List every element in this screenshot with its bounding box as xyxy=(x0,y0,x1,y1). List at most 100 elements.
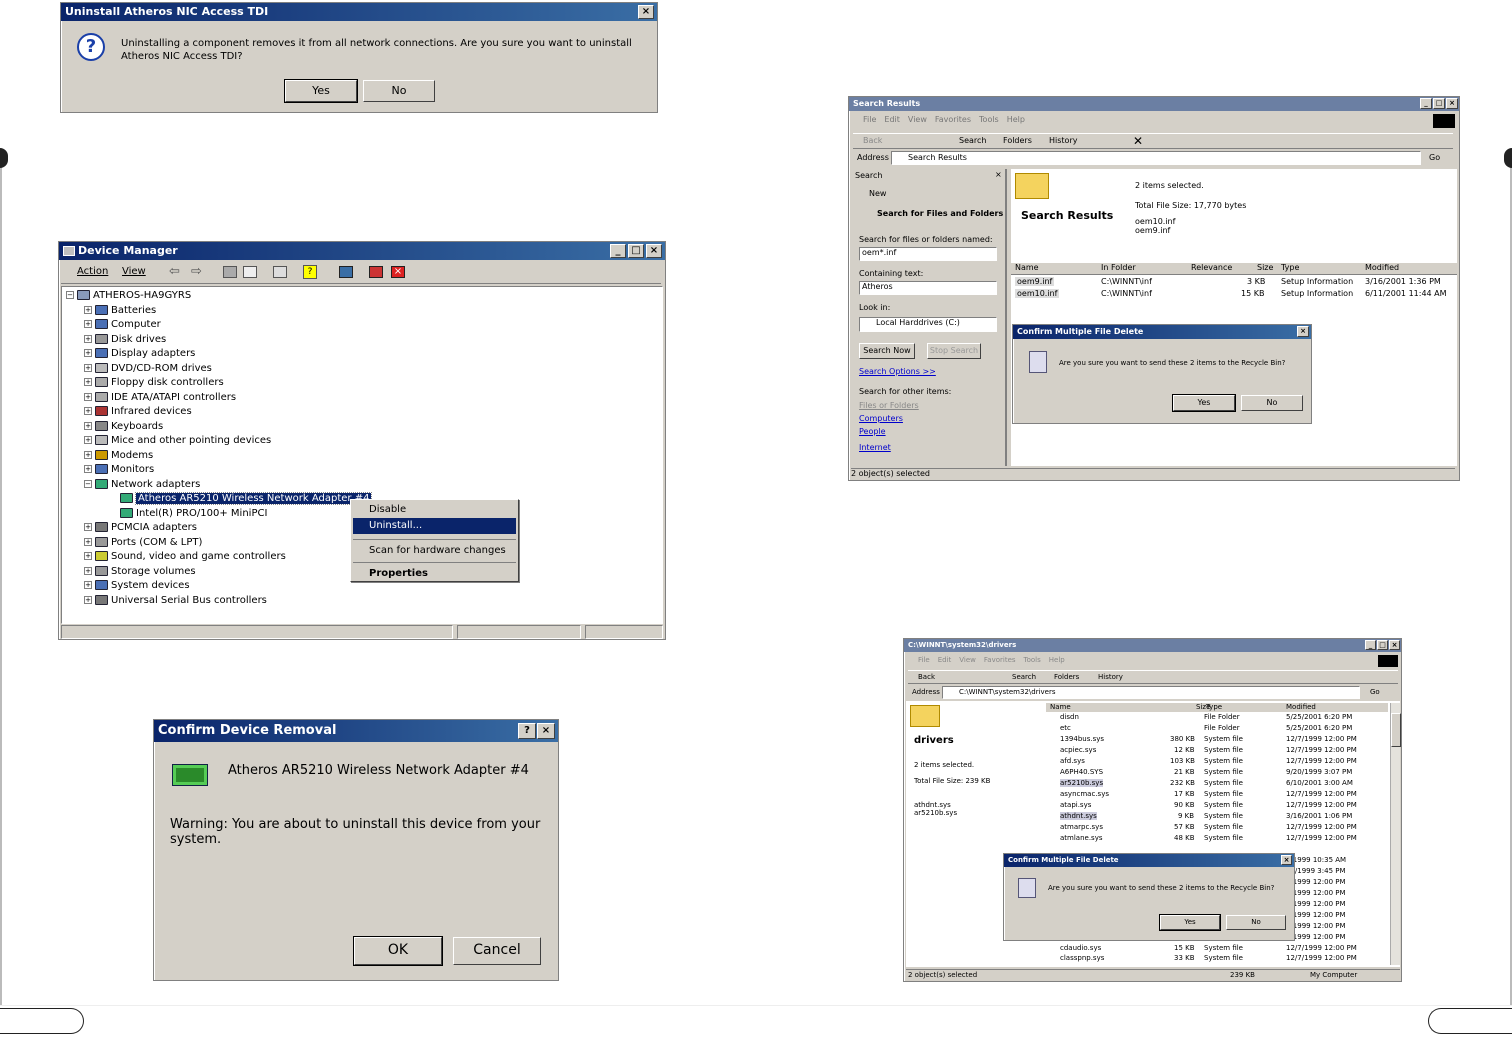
close-button[interactable]: × xyxy=(1281,855,1292,865)
table-row[interactable]: oem10.inf C:\WINNT\inf 15 KB Setup Infor… xyxy=(1011,289,1457,301)
tree-item[interactable]: + Infrared devices xyxy=(66,405,662,420)
menu-view[interactable]: View xyxy=(908,115,927,124)
search-options-link[interactable]: Search Options >> xyxy=(859,367,936,376)
menu-help[interactable]: Help xyxy=(1049,656,1065,664)
close-button[interactable]: × xyxy=(537,723,555,739)
search-button[interactable]: Search xyxy=(959,136,986,145)
tree-item[interactable]: + Monitors xyxy=(66,463,662,478)
maximize-button[interactable]: □ xyxy=(628,244,644,258)
menu-view[interactable]: View xyxy=(959,656,976,664)
tree-item[interactable]: + Keyboards xyxy=(66,420,662,435)
close-button[interactable]: × xyxy=(646,244,662,258)
properties-icon[interactable] xyxy=(273,266,287,278)
col-type[interactable]: Type xyxy=(1206,703,1222,711)
menu-action[interactable]: Action xyxy=(77,266,108,277)
maximize-button[interactable]: □ xyxy=(1377,640,1388,650)
disable-device-icon[interactable] xyxy=(369,266,383,278)
stop-search-button[interactable]: Stop Search xyxy=(927,343,981,359)
view-icon-1[interactable] xyxy=(223,266,237,278)
help-button[interactable]: ? xyxy=(518,723,536,739)
cancel-button[interactable]: Cancel xyxy=(453,937,541,965)
people-link[interactable]: People xyxy=(859,427,886,436)
address-input[interactable]: C:\WINNT\system32\drivers xyxy=(942,686,1360,699)
menu-edit[interactable]: Edit xyxy=(884,115,900,124)
menu-favorites[interactable]: Favorites xyxy=(935,115,971,124)
col-relevance[interactable]: Relevance xyxy=(1191,263,1232,272)
search-now-button[interactable]: Search Now xyxy=(859,343,915,359)
list-item[interactable]: 5/1999 10:35 AM xyxy=(1286,856,1346,864)
yes-button[interactable]: Yes xyxy=(1172,394,1236,412)
minimize-button[interactable]: _ xyxy=(1420,98,1432,109)
tree-item[interactable]: + Universal Serial Bus controllers xyxy=(66,594,662,609)
col-name[interactable]: Name xyxy=(1050,703,1071,711)
internet-link[interactable]: Internet xyxy=(859,443,891,452)
col-type[interactable]: Type xyxy=(1281,263,1299,272)
files-folders-link[interactable]: Files or Folders xyxy=(859,401,919,410)
tree-root[interactable]: − ATHEROS-HA9GYRS xyxy=(66,289,662,304)
close-button[interactable]: × xyxy=(1297,326,1309,337)
go-button[interactable]: Go xyxy=(1429,153,1440,162)
ok-button[interactable]: OK xyxy=(353,936,443,966)
menu-edit[interactable]: Edit xyxy=(938,656,952,664)
named-input[interactable]: oem*.inf xyxy=(859,247,997,261)
tree-item[interactable]: + Floppy disk controllers xyxy=(66,376,662,391)
tree-item[interactable]: + IDE ATA/ATAPI controllers xyxy=(66,391,662,406)
tree-item[interactable]: + Display adapters xyxy=(66,347,662,362)
col-folder[interactable]: In Folder xyxy=(1101,263,1136,272)
search-button[interactable]: Search xyxy=(1012,673,1036,681)
col-modified[interactable]: Modified xyxy=(1286,703,1316,711)
maximize-button[interactable]: □ xyxy=(1433,98,1445,109)
yes-button[interactable]: Yes xyxy=(1159,914,1221,931)
new-button[interactable]: New xyxy=(869,189,886,198)
yes-button[interactable]: Yes xyxy=(284,79,358,103)
tree-item[interactable]: + DVD/CD-ROM drives xyxy=(66,362,662,377)
minimize-button[interactable]: _ xyxy=(610,244,626,258)
vertical-scrollbar[interactable] xyxy=(1390,703,1401,965)
table-row[interactable]: oem9.inf C:\WINNT\inf 3 KB Setup Informa… xyxy=(1011,277,1457,289)
close-button[interactable]: × xyxy=(1446,98,1458,109)
col-name[interactable]: Name xyxy=(1015,263,1039,272)
menu-scan[interactable]: Scan for hardware changes xyxy=(353,543,516,559)
folders-button[interactable]: Folders xyxy=(1054,673,1079,681)
tree-item-network[interactable]: − Network adapters xyxy=(66,478,662,493)
look-in-select[interactable]: Local Harddrives (C:) xyxy=(859,317,997,332)
tree-item[interactable]: + Modems xyxy=(66,449,662,464)
tree-item[interactable]: + Mice and other pointing devices xyxy=(66,434,662,449)
minimize-button[interactable]: _ xyxy=(1365,640,1376,650)
tree-item[interactable]: + Computer xyxy=(66,318,662,333)
tree-item[interactable]: + Disk drives xyxy=(66,333,662,348)
menu-favorites[interactable]: Favorites xyxy=(984,656,1016,664)
back-button[interactable]: Back xyxy=(863,136,882,145)
no-button[interactable]: No xyxy=(1226,915,1286,930)
delete-icon[interactable]: ✕ xyxy=(1133,134,1143,148)
col-size[interactable]: Size xyxy=(1257,263,1273,272)
view-icon-2[interactable] xyxy=(243,266,257,278)
tree-item[interactable]: + Batteries xyxy=(66,304,662,319)
menu-disable[interactable]: Disable xyxy=(353,502,516,518)
history-button[interactable]: History xyxy=(1049,136,1077,145)
help-icon[interactable]: ? xyxy=(303,265,317,279)
scan-icon[interactable] xyxy=(339,266,353,278)
menu-view[interactable]: View xyxy=(122,266,146,277)
menu-properties[interactable]: Properties xyxy=(353,566,516,582)
menu-help[interactable]: Help xyxy=(1007,115,1025,124)
close-button[interactable]: × xyxy=(1389,640,1400,650)
containing-input[interactable]: Atheros xyxy=(859,281,997,295)
uninstall-device-icon[interactable]: × xyxy=(391,266,405,278)
go-button[interactable]: Go xyxy=(1370,688,1380,696)
address-input[interactable]: Search Results xyxy=(891,151,1421,165)
menu-tools[interactable]: Tools xyxy=(979,115,999,124)
pane-close-icon[interactable]: × xyxy=(995,170,1002,179)
folders-button[interactable]: Folders xyxy=(1003,136,1032,145)
back-button[interactable]: Back xyxy=(918,673,935,681)
history-button[interactable]: History xyxy=(1098,673,1123,681)
forward-arrow-icon[interactable]: ⇨ xyxy=(191,264,202,279)
back-arrow-icon[interactable]: ⇦ xyxy=(169,264,180,279)
close-icon[interactable]: × xyxy=(638,5,654,19)
no-button[interactable]: No xyxy=(363,80,435,102)
menu-file[interactable]: File xyxy=(863,115,876,124)
computers-link[interactable]: Computers xyxy=(859,414,903,423)
no-button[interactable]: No xyxy=(1241,395,1303,411)
menu-tools[interactable]: Tools xyxy=(1024,656,1041,664)
menu-file[interactable]: File xyxy=(918,656,930,664)
